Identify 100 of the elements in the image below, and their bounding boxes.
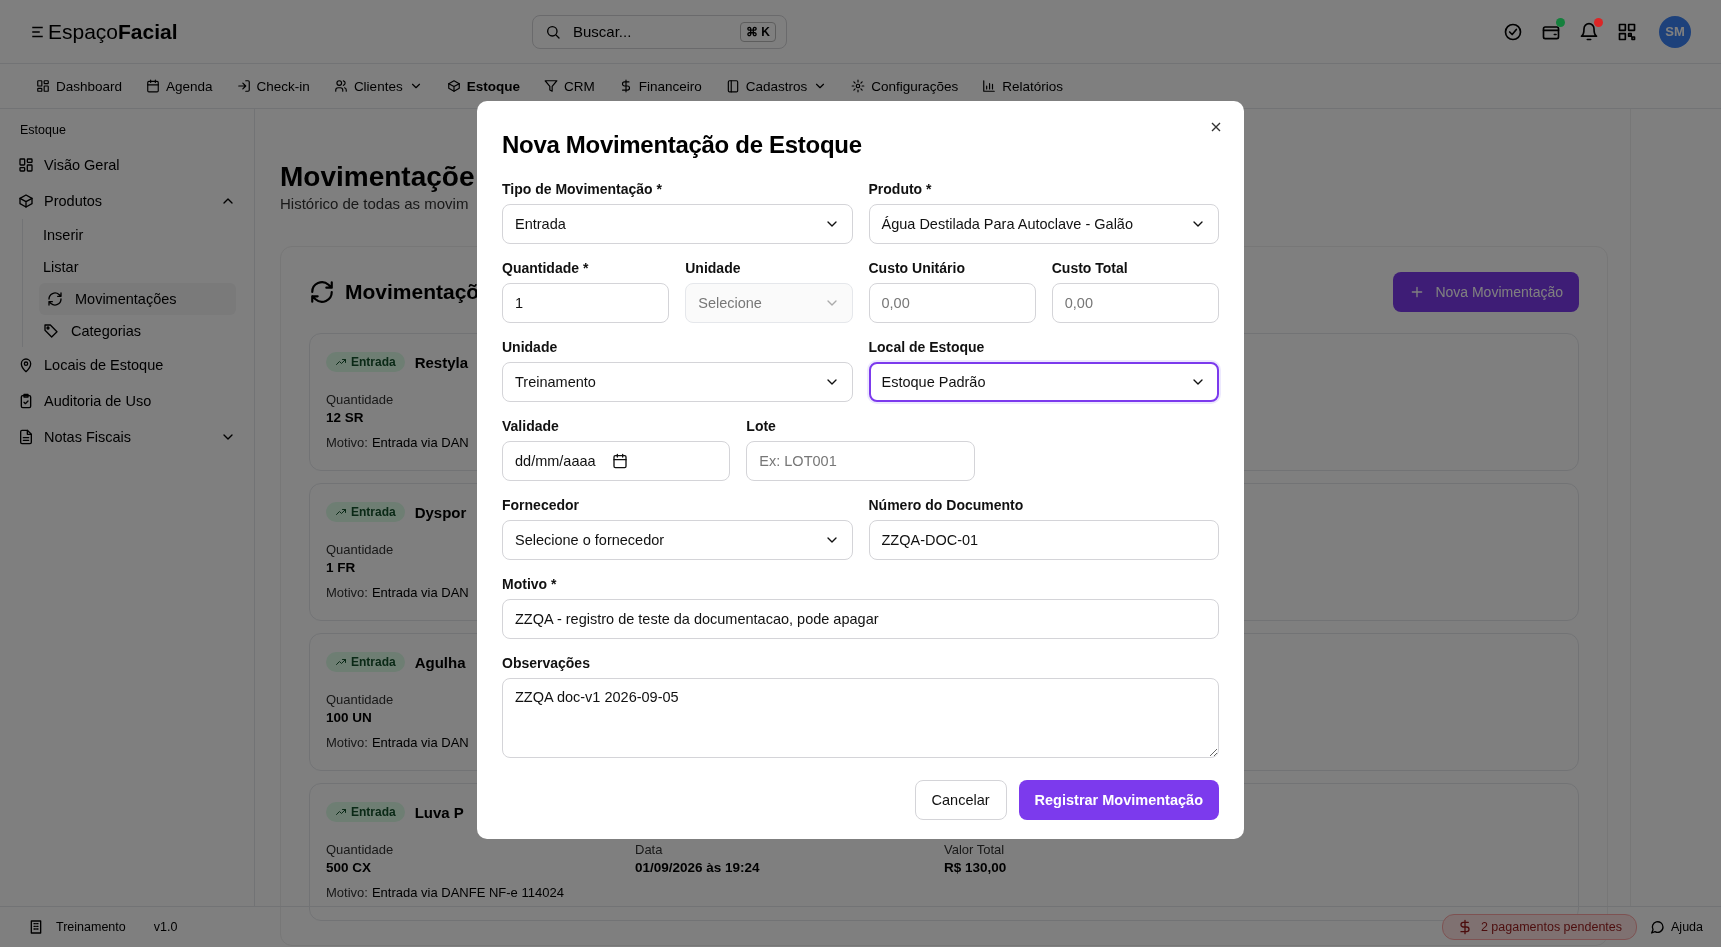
select-field[interactable]: Entrada <box>502 204 853 244</box>
field-label: Motivo: <box>326 735 368 750</box>
sidebar-item[interactable]: Auditoria de Uso <box>18 383 236 419</box>
tag-icon <box>43 323 59 339</box>
select-field[interactable]: Treinamento <box>502 362 853 402</box>
cancel-button[interactable]: Cancelar <box>914 780 1007 820</box>
field-label: Lote <box>746 418 776 434</box>
sidebar-subitem[interactable]: Inserir <box>39 219 236 251</box>
input-field[interactable]: 0,00 <box>1051 283 1219 323</box>
nav-tab[interactable]: Relatórios <box>982 78 1064 94</box>
trend-up-icon <box>335 806 347 818</box>
field-label: Número do Documento <box>868 497 1024 513</box>
sidebar-item[interactable]: Notas Fiscais <box>18 419 236 455</box>
input-field[interactable]: 0,00 <box>868 283 1036 323</box>
page-title: Movimentaçõe <box>280 161 475 193</box>
field-label: Valor Total <box>944 842 1005 857</box>
field-label: Quantidade * <box>502 260 589 276</box>
pending-payments-badge[interactable]: 2 pagamentos pendentes <box>1441 914 1637 940</box>
refresh-icon <box>47 291 63 307</box>
field-label: Quantidade <box>326 392 394 407</box>
logo: EspaçoFacial <box>30 19 532 44</box>
field-label: Quantidade <box>326 842 394 857</box>
clipboard-check-icon <box>18 393 34 409</box>
field-label: Data <box>635 842 663 857</box>
search-icon <box>545 23 561 40</box>
entry-badge: Entrada <box>326 352 405 372</box>
field-value: 12 SR <box>326 410 364 425</box>
field-label: Local de Estoque <box>868 339 985 355</box>
sidebar-subitem[interactable]: Movimentações <box>39 283 236 315</box>
product-name: Agulha <box>414 653 466 671</box>
unit-name: Treinamento <box>56 920 126 934</box>
nav-tab[interactable]: Estoque <box>446 78 520 94</box>
field-label: Fornecedor <box>502 497 579 513</box>
calendar-icon[interactable] <box>611 453 628 469</box>
version-label: v1.0 <box>153 920 178 934</box>
page-subtitle: Histórico de todas as movim <box>280 195 469 212</box>
nav-tab[interactable]: Agenda <box>146 78 213 94</box>
select-field[interactable]: Selecione o fornecedor <box>502 520 853 560</box>
help-link[interactable]: Ajuda <box>1649 919 1703 935</box>
input-field[interactable]: 1 <box>502 283 670 323</box>
entry-badge: Entrada <box>326 502 405 522</box>
sidebar-subitem[interactable]: Categorias <box>39 315 236 347</box>
sidebar-heading: Estoque <box>19 123 66 137</box>
product-name: Dyspor <box>414 503 467 521</box>
select-field[interactable]: Água Destilada Para Autoclave - Galão <box>868 204 1219 244</box>
field-label: Motivo: <box>326 435 368 450</box>
field-label: Motivo: <box>326 585 368 600</box>
field-value: Entrada via DAN <box>371 735 469 750</box>
date-field[interactable]: dd/mm/aaaa <box>502 441 731 481</box>
sidebar-subitem[interactable]: Listar <box>39 251 236 283</box>
field-value: Entrada via DAN <box>371 435 469 450</box>
nav-tab[interactable]: Check-in <box>236 78 310 94</box>
trend-up-icon <box>335 506 347 518</box>
search-field[interactable]: Buscar... ⌘ K <box>532 14 787 49</box>
building-icon <box>28 919 44 935</box>
field-label: Validade <box>502 418 559 434</box>
filter-icon <box>543 79 558 93</box>
field-value: Entrada via DAN <box>371 585 469 600</box>
product-name: Restyla <box>414 353 469 371</box>
check-circle-icon[interactable] <box>1503 21 1523 42</box>
nav-tab[interactable]: Cadastros <box>725 78 828 94</box>
new-movement-button[interactable]: Nova Movimentação <box>1393 272 1579 312</box>
trend-up-icon <box>335 356 347 368</box>
field-label: Produto * <box>868 181 932 197</box>
field-value: Entrada via DANFE NF-e 114024 <box>371 885 564 900</box>
input-field[interactable]: ZZQA-DOC-01 <box>868 520 1219 560</box>
nav-tab[interactable]: CRM <box>543 78 595 94</box>
field-label: Motivo: <box>326 885 368 900</box>
chat-icon <box>1649 919 1665 935</box>
qr-code-icon[interactable] <box>1617 21 1637 42</box>
nav-tab[interactable]: Clientes <box>333 78 423 94</box>
login-icon <box>236 79 251 93</box>
sidebar-item[interactable]: Produtos <box>18 183 236 219</box>
nav-tab[interactable]: Financeiro <box>618 78 702 94</box>
users-icon <box>333 79 348 93</box>
document-icon <box>18 429 34 445</box>
dialog-title: Nova Movimentação de Estoque <box>502 131 862 159</box>
product-name: Luva P <box>414 803 464 821</box>
field-value: 100 UN <box>326 710 372 725</box>
field-value: 1 FR <box>326 560 356 575</box>
notes-field[interactable]: ZZQA doc-v1 2026-09-05 <box>502 678 1219 758</box>
input-field[interactable]: ZZQA - registro de teste da documentacao, pode apagar <box>502 599 1219 639</box>
shortcut-key: ⌘ K <box>740 21 776 42</box>
entry-badge: Entrada <box>326 652 405 672</box>
field-label: Quantidade <box>326 542 394 557</box>
bell-icon[interactable] <box>1579 21 1599 42</box>
dashboard-icon <box>36 79 50 93</box>
map-pin-icon <box>18 357 34 373</box>
field-label: Quantidade <box>326 692 394 707</box>
sidebar-item[interactable]: Locais de Estoque <box>18 347 236 383</box>
nav-tab[interactable]: Configurações <box>851 78 959 94</box>
nav-tab[interactable]: Dashboard <box>36 78 123 94</box>
field-value: R$ 130,00 <box>944 860 1007 875</box>
notebook-icon <box>725 79 740 93</box>
submit-button[interactable]: Registrar Movimentação <box>1018 780 1219 820</box>
input-field[interactable]: Ex: LOT001 <box>746 441 975 481</box>
box-icon <box>446 79 461 93</box>
select-field[interactable]: Estoque Padrão <box>868 362 1219 402</box>
trend-up-icon <box>335 656 347 668</box>
sidebar-item[interactable]: Visão Geral <box>18 147 236 183</box>
